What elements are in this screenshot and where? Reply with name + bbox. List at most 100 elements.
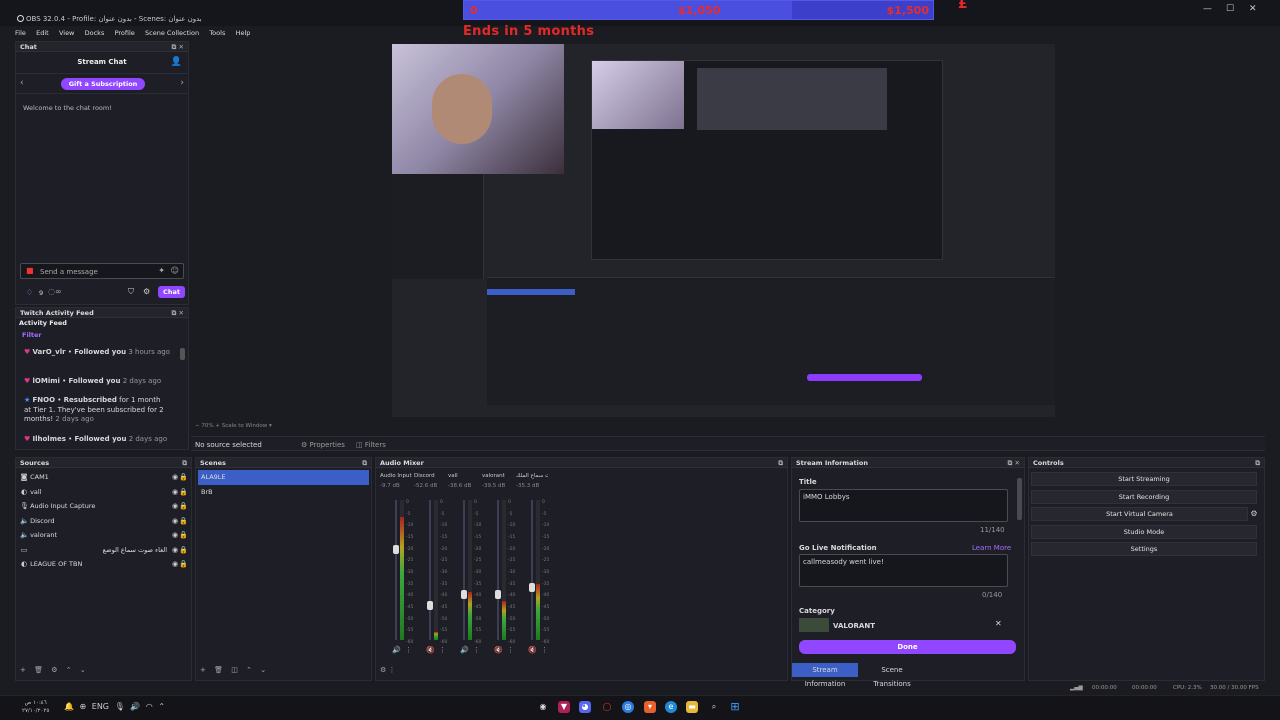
volume-fader-knob[interactable] bbox=[461, 589, 467, 599]
menu-scene-collection[interactable]: Scene Collection bbox=[145, 29, 199, 37]
eye-icon[interactable]: ◉ bbox=[171, 473, 179, 481]
source-item[interactable]: ▭ الغاء صوت سماع الوضع ◉ 🔒 bbox=[20, 543, 188, 558]
move-up-icon[interactable]: ⌃ bbox=[66, 666, 72, 674]
tab-stream-information[interactable]: Stream Information bbox=[792, 663, 858, 688]
volume-fader-knob[interactable] bbox=[393, 545, 399, 554]
move-down-icon[interactable]: ⌄ bbox=[80, 666, 86, 674]
zoom-in-icon[interactable]: + bbox=[215, 423, 220, 429]
gift-subscription-button[interactable]: Gift a Subscription bbox=[61, 78, 145, 90]
lang-indicator[interactable]: ENG bbox=[92, 702, 109, 711]
brave-icon[interactable]: ▾ bbox=[644, 701, 656, 713]
lock-icon[interactable]: 🔒 bbox=[179, 517, 188, 525]
search-icon[interactable]: ⌕ bbox=[708, 701, 720, 713]
lock-icon[interactable]: 🔒 bbox=[179, 502, 188, 510]
preview-zoom-bar[interactable]: − 70% + Scale to Window ▾ bbox=[195, 423, 272, 429]
studio-mode-button[interactable]: Studio Mode bbox=[1031, 524, 1257, 539]
add-icon[interactable]: + bbox=[200, 666, 206, 674]
properties-button[interactable]: ⚙ Properties bbox=[301, 441, 345, 449]
lock-icon[interactable]: 🔒 bbox=[179, 560, 188, 568]
lock-icon[interactable]: 🔒 bbox=[179, 531, 188, 539]
channel-menu-icon[interactable]: ⋮ bbox=[473, 646, 480, 654]
edge-icon[interactable]: e bbox=[665, 701, 677, 713]
channel-menu-icon[interactable]: ⋮ bbox=[405, 646, 412, 654]
obs-taskbar-icon[interactable]: ◉ bbox=[537, 701, 549, 713]
volume-fader-knob[interactable] bbox=[529, 582, 535, 592]
channel-menu-icon[interactable]: ⋮ bbox=[507, 646, 514, 654]
mute-icon[interactable]: 🔊 bbox=[392, 646, 401, 654]
volume-fader-knob[interactable] bbox=[495, 589, 501, 599]
mute-icon[interactable]: 🔇 bbox=[426, 646, 435, 654]
lock-icon[interactable]: 🔒 bbox=[179, 488, 188, 496]
folder-icon[interactable]: ▬ bbox=[686, 701, 698, 713]
dock-close-icon[interactable]: ⧉ ✕ bbox=[172, 309, 184, 318]
start-streaming-button[interactable]: Start Streaming bbox=[1031, 472, 1257, 486]
dock-float-icon[interactable]: ⧉ bbox=[778, 459, 783, 468]
eye-icon[interactable]: ◉ bbox=[171, 560, 179, 568]
menu-help[interactable]: Help bbox=[236, 29, 251, 37]
mute-icon[interactable]: 🔊 bbox=[460, 646, 469, 654]
mute-icon[interactable]: 🔇 bbox=[494, 646, 503, 654]
start-recording-button[interactable]: Start Recording bbox=[1031, 489, 1257, 504]
stream-title-input[interactable]: iMMO Lobbys bbox=[799, 489, 1008, 522]
channel-menu-icon[interactable]: ⋮ bbox=[439, 646, 446, 654]
stream-info-scrollbar[interactable] bbox=[1017, 478, 1022, 520]
volume-fader-track[interactable] bbox=[531, 500, 533, 640]
chat-users-icon[interactable]: 👤 bbox=[171, 57, 182, 67]
valorant-icon[interactable]: ◯ bbox=[601, 701, 613, 713]
eye-icon[interactable]: ◉ bbox=[171, 546, 179, 554]
source-item[interactable]: 🔈 valorant ◉ 🔒 bbox=[20, 528, 188, 543]
scene-item[interactable]: BrB bbox=[198, 485, 369, 500]
learn-more-link[interactable]: Learn More bbox=[972, 544, 1011, 552]
gear-icon[interactable]: ⚙ bbox=[143, 287, 150, 296]
wifi-icon[interactable]: ◠ bbox=[146, 702, 153, 711]
dock-close-icon[interactable]: ⧉ ✕ bbox=[172, 43, 184, 52]
gear-icon[interactable]: ⚙ bbox=[51, 666, 57, 674]
network-icon[interactable]: ⊕ bbox=[80, 702, 87, 711]
category-remove-icon[interactable]: ✕ bbox=[995, 619, 1002, 628]
chevron-up-icon[interactable]: ⌃ bbox=[158, 702, 165, 711]
windows-start-icon[interactable]: ⊞ bbox=[729, 701, 741, 713]
chevron-left-icon[interactable]: ‹ bbox=[20, 78, 24, 88]
dock-close-icon[interactable]: ⧉ ✕ bbox=[1008, 459, 1020, 468]
menu-docks[interactable]: Docks bbox=[85, 29, 105, 37]
channel-points-icon[interactable]: ♢ bbox=[26, 288, 33, 297]
move-down-icon[interactable]: ⌄ bbox=[260, 666, 266, 674]
zoom-out-icon[interactable]: − bbox=[195, 423, 200, 429]
volume-fader-track[interactable] bbox=[497, 500, 499, 640]
discord-icon[interactable]: ◕ bbox=[579, 701, 591, 713]
chat-send-button[interactable]: Chat bbox=[158, 286, 185, 298]
program-preview[interactable] bbox=[392, 44, 1055, 417]
activity-filter[interactable]: Filter bbox=[16, 328, 188, 342]
mute-icon[interactable]: 🔇 bbox=[528, 646, 537, 654]
volume-fader-track[interactable] bbox=[463, 500, 465, 640]
bell-icon[interactable]: 🔔 bbox=[64, 702, 74, 711]
dock-float-icon[interactable]: ⧉ bbox=[362, 459, 367, 468]
shield-icon[interactable]: ⛉ bbox=[128, 287, 134, 297]
emote-icon[interactable]: ☺ bbox=[171, 266, 179, 275]
minimize-button[interactable]: — bbox=[1203, 4, 1212, 14]
tab-scene-transitions[interactable]: Scene Transitions bbox=[862, 663, 922, 688]
menu-profile[interactable]: Profile bbox=[115, 29, 135, 37]
sparkle-icon[interactable]: ✦ bbox=[158, 266, 165, 275]
golive-input[interactable]: callmeasody went live! bbox=[799, 554, 1008, 587]
source-item[interactable]: 🔈 Discord ◉ 🔒 bbox=[20, 514, 188, 529]
channel-menu-icon[interactable]: ⋮ bbox=[541, 646, 548, 654]
volume-fader-track[interactable] bbox=[395, 500, 397, 640]
mic-icon[interactable]: 🎙 bbox=[115, 702, 125, 711]
eye-icon[interactable]: ◉ bbox=[171, 517, 179, 525]
filter-icon[interactable]: ◫ bbox=[231, 666, 238, 674]
chrome-icon[interactable]: ◎ bbox=[622, 701, 634, 713]
source-item[interactable]: ◐ vall ◉ 🔒 bbox=[20, 485, 188, 500]
trash-icon[interactable]: 🗑 bbox=[34, 666, 43, 674]
close-button[interactable]: ✕ bbox=[1249, 4, 1257, 14]
source-item[interactable]: ◙ CAM1 ◉ 🔒 bbox=[20, 470, 188, 485]
eye-icon[interactable]: ◉ bbox=[171, 531, 179, 539]
chevron-down-icon[interactable]: ▾ bbox=[269, 423, 272, 429]
settings-button[interactable]: Settings bbox=[1031, 542, 1257, 556]
gear-icon[interactable]: ⚙ bbox=[380, 666, 386, 674]
chat-message-input[interactable]: ■ Send a message ✦ ☺ bbox=[20, 263, 184, 279]
eye-icon[interactable]: ◉ bbox=[171, 502, 179, 510]
move-up-icon[interactable]: ⌃ bbox=[246, 666, 252, 674]
preview-scale[interactable]: Scale to Window bbox=[222, 423, 268, 429]
volume-fader-knob[interactable] bbox=[427, 601, 433, 610]
